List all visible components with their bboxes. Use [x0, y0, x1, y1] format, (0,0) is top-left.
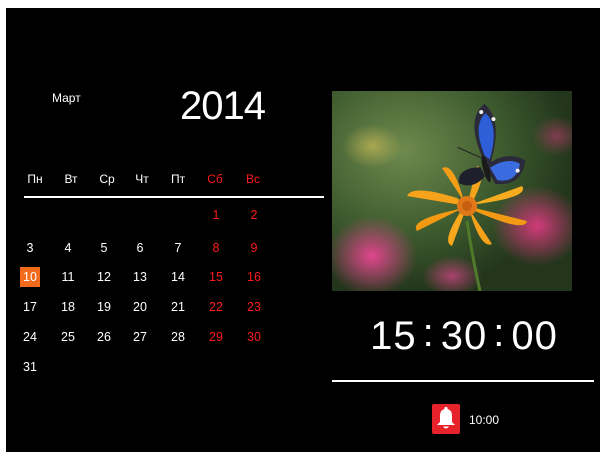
photo — [332, 91, 572, 291]
weekday-label: Пн — [27, 172, 43, 186]
calendar-day: 13 — [133, 270, 147, 284]
calendar-day: 8 — [212, 241, 220, 255]
calendar-day: 23 — [247, 300, 261, 314]
calendar-day: 20 — [133, 300, 147, 314]
calendar-day: 9 — [250, 241, 258, 255]
calendar-day: 1 — [212, 208, 220, 222]
calendar-day: 14 — [171, 270, 185, 284]
weekday-label: Ср — [99, 172, 115, 186]
calendar-day: 2 — [250, 208, 258, 222]
calendar-day: 25 — [61, 330, 75, 344]
calendar-day: 15 — [209, 270, 223, 284]
clock-separator: : — [422, 311, 435, 355]
butterfly-flower-image — [332, 91, 572, 291]
calendar-day: 5 — [100, 241, 108, 255]
clock-seconds: 00 — [511, 314, 558, 358]
calendar-day: 29 — [209, 330, 223, 344]
calendar-day: 19 — [97, 300, 111, 314]
clock-separator: : — [493, 311, 506, 355]
calendar-day: 31 — [23, 360, 37, 374]
calendar-divider — [24, 196, 324, 198]
weekday-label: Сб — [207, 172, 223, 186]
weekday-label: Пт — [170, 172, 186, 186]
alarm-time: 10:00 — [469, 413, 500, 427]
clock-divider — [332, 380, 594, 382]
calendar-day: 24 — [23, 330, 37, 344]
calendar-day: 28 — [171, 330, 185, 344]
calendar-day: 16 — [247, 270, 261, 284]
weekday-label: Вс — [245, 172, 260, 186]
bell-icon[interactable] — [432, 404, 460, 434]
month-label: Март — [52, 91, 81, 105]
calendar-day: 7 — [174, 241, 182, 255]
clock-hours: 15 — [370, 314, 417, 358]
calendar-day: 6 — [136, 241, 144, 255]
calendar-day: 30 — [247, 330, 261, 344]
digital-clock: 15:30:00 — [332, 311, 596, 360]
weekday-label: Вт — [64, 172, 78, 186]
calendar-day: 21 — [171, 300, 185, 314]
calendar-day: 27 — [133, 330, 147, 344]
year-label: 2014 — [180, 84, 266, 128]
calendar-day-today: 10 — [20, 267, 40, 287]
calendar-day: 26 — [97, 330, 111, 344]
calendar-day: 12 — [97, 270, 111, 284]
calendar-day: 22 — [209, 300, 223, 314]
calendar-day: 17 — [23, 300, 37, 314]
clock-minutes: 30 — [440, 314, 488, 358]
calendar-day: 4 — [64, 241, 72, 255]
weekday-label: Чт — [135, 172, 149, 186]
calendar-day: 11 — [61, 270, 75, 284]
calendar-day: 18 — [61, 300, 75, 314]
calendar-day: 3 — [26, 241, 34, 255]
